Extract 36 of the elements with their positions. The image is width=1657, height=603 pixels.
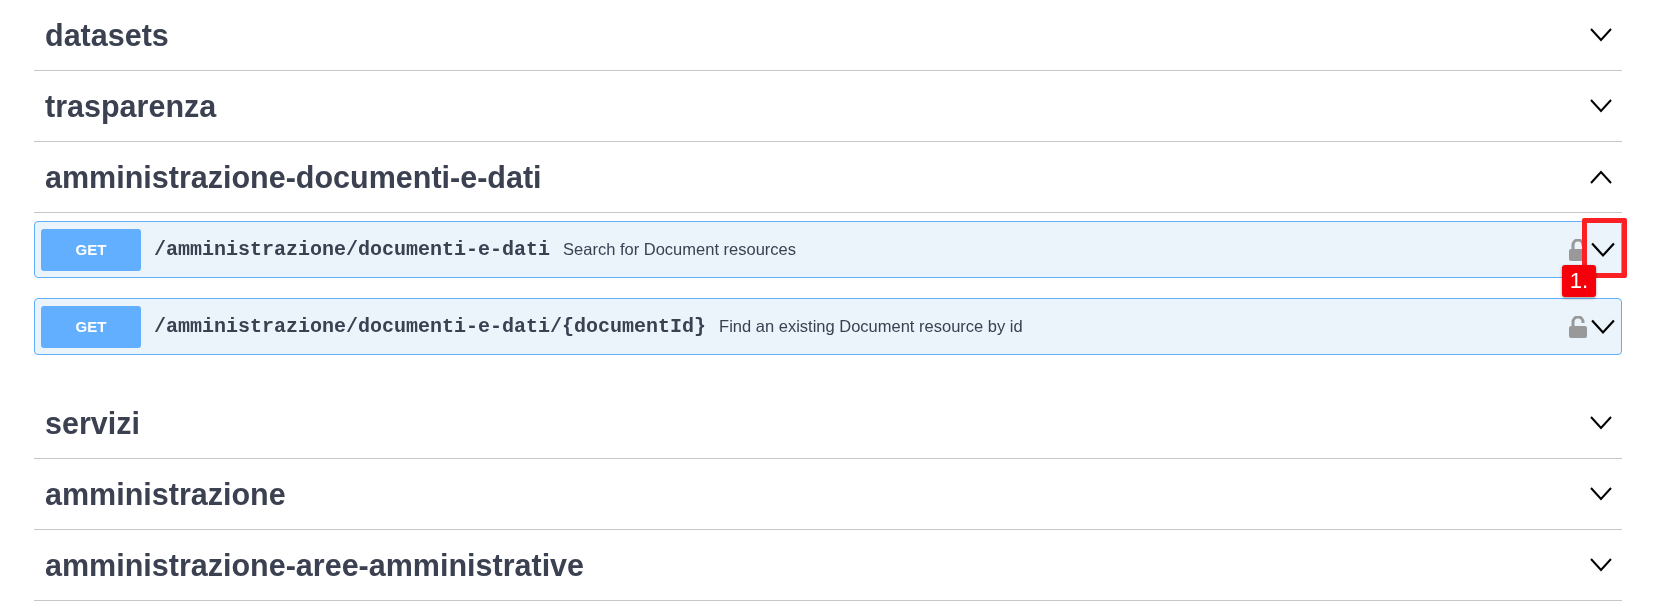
chevron-down-icon xyxy=(1591,241,1615,258)
chevron-down-icon xyxy=(1590,558,1612,572)
chevron-up-icon xyxy=(1590,170,1612,184)
section-toggle[interactable] xyxy=(1590,99,1612,113)
section-title: amministrazione-documenti-e-dati xyxy=(45,159,542,195)
section-toggle[interactable] xyxy=(1590,170,1612,184)
operation-toggle[interactable] xyxy=(1591,318,1615,335)
section-title: amministrazione-aree-amministrative xyxy=(45,547,585,583)
section-header[interactable]: amministrazione xyxy=(34,459,1622,530)
section-header[interactable]: servizi xyxy=(34,388,1622,459)
endpoint-summary: Search for Document resources xyxy=(563,240,796,259)
chevron-down-icon xyxy=(1590,28,1612,42)
method-badge: GET xyxy=(41,305,141,348)
operation-toggle[interactable] xyxy=(1591,241,1615,258)
chevron-down-icon xyxy=(1591,318,1615,335)
section-header[interactable]: datasets xyxy=(34,0,1622,71)
section-title: servizi xyxy=(45,405,140,441)
section-header[interactable]: trasparenza xyxy=(34,71,1622,142)
section-toggle[interactable] xyxy=(1590,487,1612,501)
endpoint-path: /amministrazione/documenti-e-dati xyxy=(154,238,551,261)
chevron-down-icon xyxy=(1590,416,1612,430)
operation-row[interactable]: GET /amministrazione/documenti-e-dati/{documentId} Find an existing Document resource by id xyxy=(34,298,1622,355)
chevron-down-icon xyxy=(1590,487,1612,501)
section-toggle[interactable] xyxy=(1590,558,1612,572)
step-callout: 1. xyxy=(1561,265,1596,298)
section-header[interactable]: amministrazione-documenti-e-dati xyxy=(34,142,1622,213)
chevron-down-icon xyxy=(1590,99,1612,113)
section-title: trasparenza xyxy=(45,88,217,124)
section-toggle[interactable] xyxy=(1590,416,1612,430)
section-toggle[interactable] xyxy=(1590,28,1612,42)
section-title: datasets xyxy=(45,17,169,53)
endpoint-summary: Find an existing Document resource by id xyxy=(719,317,1023,336)
section-header[interactable]: amministrazione-aree-amministrative xyxy=(34,530,1622,601)
endpoint-path: /amministrazione/documenti-e-dati/{documentId} xyxy=(154,315,707,338)
section-title: amministrazione xyxy=(45,476,286,512)
method-badge: GET xyxy=(41,228,141,271)
